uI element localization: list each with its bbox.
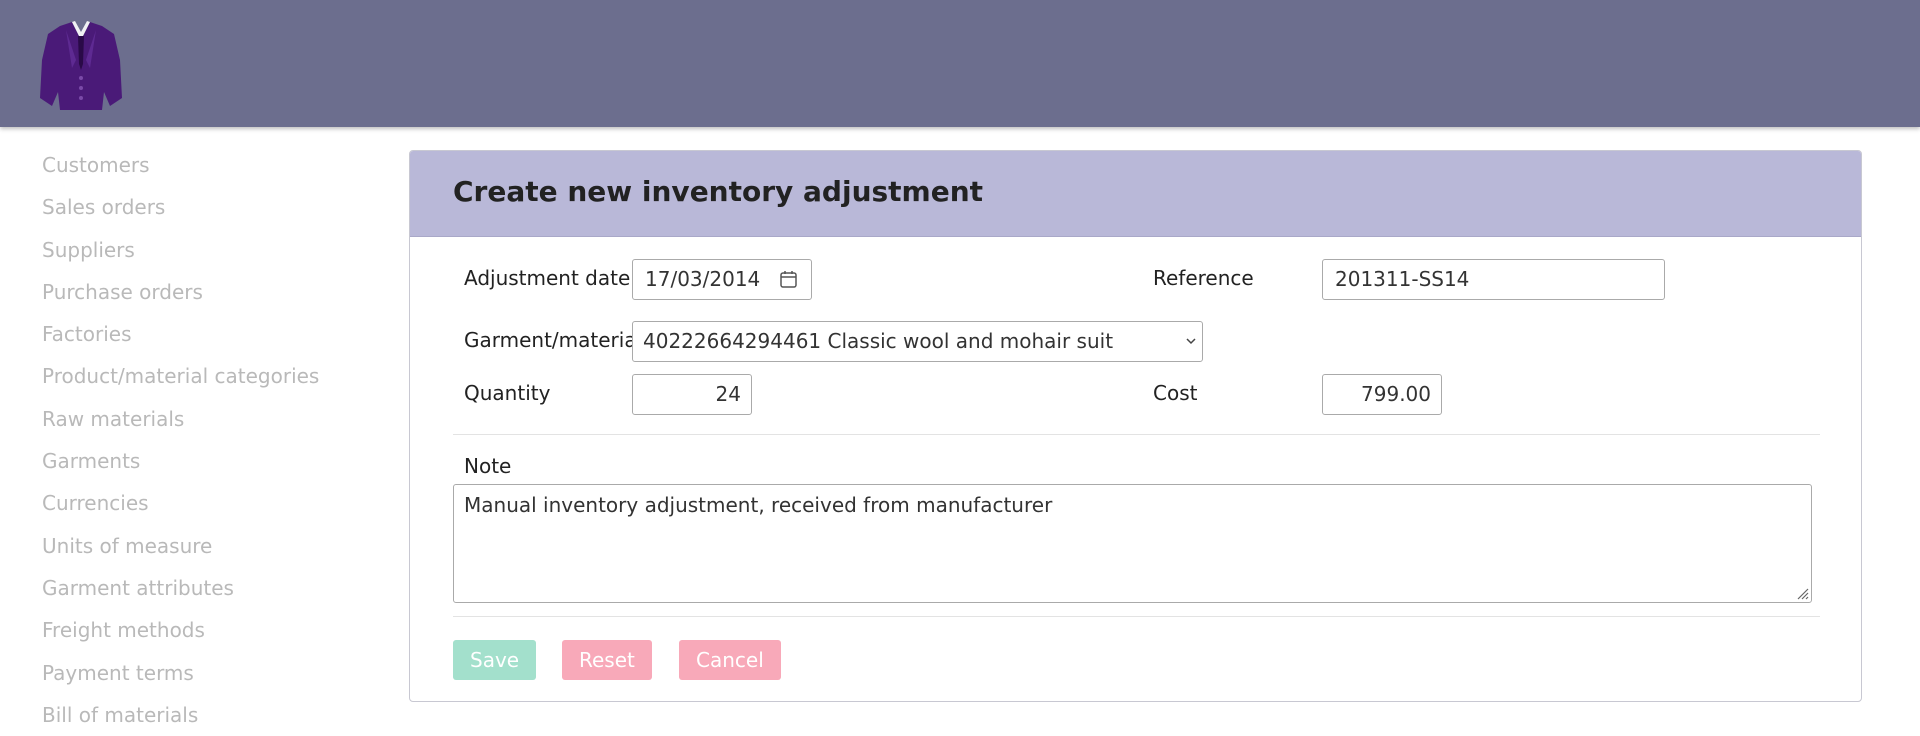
page-title: Create new inventory adjustment [453, 175, 984, 208]
sidebar-item-customers[interactable]: Customers [42, 144, 362, 186]
form-divider-top [453, 434, 1820, 435]
top-bar [0, 0, 1920, 127]
quantity-label: Quantity [464, 381, 551, 405]
sidebar-item-freight-methods[interactable]: Freight methods [42, 609, 362, 651]
sidebar-item-currencies[interactable]: Currencies [42, 482, 362, 524]
adjustment-date-input[interactable]: 17/03/2014 [632, 259, 812, 300]
sidebar-item-garment-attributes[interactable]: Garment attributes [42, 567, 362, 609]
suit-logo-icon[interactable] [38, 20, 124, 112]
calendar-icon[interactable] [780, 270, 797, 288]
adjustment-date-value: 17/03/2014 [645, 267, 761, 291]
quantity-value: 24 [715, 382, 741, 406]
cost-label: Cost [1153, 381, 1198, 405]
reference-input[interactable]: 201311-SS14 [1322, 259, 1665, 300]
sidebar-item-raw-materials[interactable]: Raw materials [42, 398, 362, 440]
sidebar-item-garments[interactable]: Garments [42, 440, 362, 482]
inventory-adjustment-panel: Create new inventory adjustment Adjustme… [409, 150, 1862, 702]
sidebar-item-suppliers[interactable]: Suppliers [42, 229, 362, 271]
sidebar-item-payment-terms[interactable]: Payment terms [42, 652, 362, 694]
sidebar-item-purchase-orders[interactable]: Purchase orders [42, 271, 362, 313]
panel-header: Create new inventory adjustment [410, 151, 1861, 237]
resize-handle-icon[interactable] [1795, 586, 1809, 600]
sidebar-item-factories[interactable]: Factories [42, 313, 362, 355]
reset-button[interactable]: Reset [562, 640, 652, 680]
chevron-down-icon [1186, 338, 1196, 345]
note-value: Manual inventory adjustment, received fr… [464, 493, 1053, 517]
note-label: Note [464, 454, 512, 478]
sidebar-item-units-of-measure[interactable]: Units of measure [42, 525, 362, 567]
form-divider-bottom [453, 616, 1820, 617]
note-textarea[interactable]: Manual inventory adjustment, received fr… [453, 484, 1812, 603]
quantity-input[interactable]: 24 [632, 374, 752, 415]
garment-material-label: Garment/material [464, 328, 643, 352]
cost-value: 799.00 [1361, 382, 1431, 406]
cancel-button[interactable]: Cancel [679, 640, 781, 680]
sidebar: Customers Sales orders Suppliers Purchas… [42, 144, 362, 736]
reference-value: 201311-SS14 [1335, 267, 1470, 291]
save-button[interactable]: Save [453, 640, 537, 680]
sidebar-item-bill-of-materials[interactable]: Bill of materials [42, 694, 362, 736]
garment-material-value: 40222664294461 Classic wool and mohair s… [643, 329, 1114, 353]
sidebar-item-product-material-categories[interactable]: Product/material categories [42, 355, 362, 397]
adjustment-date-label: Adjustment date [464, 266, 631, 290]
reference-label: Reference [1153, 266, 1254, 290]
garment-material-select[interactable]: 40222664294461 Classic wool and mohair s… [632, 321, 1203, 362]
sidebar-item-sales-orders[interactable]: Sales orders [42, 186, 362, 228]
cost-input[interactable]: 799.00 [1322, 374, 1442, 415]
